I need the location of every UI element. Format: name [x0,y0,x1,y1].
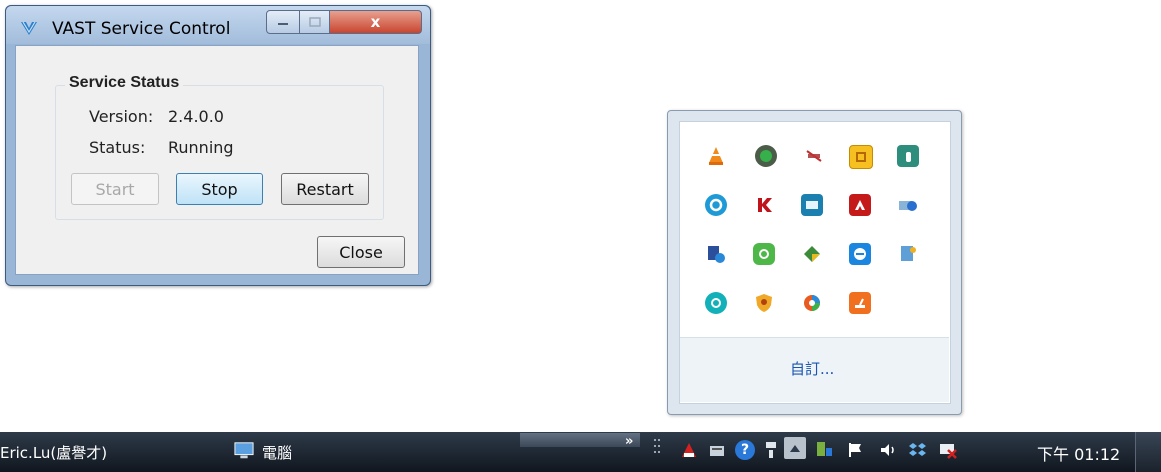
teamviewer-icon[interactable] [849,243,871,265]
start-button[interactable]: Start [71,173,159,205]
window-tray-icon[interactable] [784,437,806,459]
kaspersky-icon[interactable] [753,194,775,216]
status-label: Status: [89,138,146,157]
service-control-window: VAST Service Control x Service Status Ve… [5,5,431,286]
adobe-icon[interactable] [849,194,871,216]
document-sync-icon[interactable] [705,243,727,265]
pdf-tray-icon[interactable] [679,440,699,460]
orange-app-icon[interactable] [849,145,873,169]
vast-logo-icon [21,21,37,35]
version-label: Version: [89,107,154,126]
green-globe-icon[interactable] [755,145,777,167]
help-tray-icon[interactable]: ? [735,440,755,460]
taskbar-computer-button[interactable]: 電腦 [262,442,292,463]
computer-icon[interactable] [232,441,256,461]
maximize-button[interactable] [300,10,330,34]
dropbox-tray-icon[interactable] [908,440,928,460]
color-wheel-icon[interactable] [801,292,823,314]
customize-link[interactable]: 自訂... [790,358,834,379]
teal-swirl-icon[interactable] [705,292,727,314]
shield-icon[interactable] [753,292,775,314]
minimize-icon [278,23,288,25]
orange-gauge-icon[interactable] [849,292,871,314]
version-value: 2.4.0.0 [168,107,224,126]
status-value: Running [168,138,234,157]
restart-button[interactable]: Restart [281,173,369,205]
green-cycle-icon[interactable] [753,243,775,265]
show-desktop-button[interactable] [1135,432,1161,472]
diamond-download-icon[interactable] [801,243,823,265]
network-disconnected-tray-icon[interactable] [938,440,958,460]
tray-highlight [520,433,640,447]
flag-tray-icon[interactable] [845,440,865,460]
taskbar-clock[interactable]: 下午 01:12 [1037,441,1120,465]
close-button[interactable]: Close [317,236,405,268]
close-window-button[interactable]: x [330,10,422,34]
volume-tray-icon[interactable] [878,440,898,460]
device-status-tray-icon[interactable] [815,440,835,460]
blue-g-app-icon[interactable] [705,194,727,216]
minimize-button[interactable] [266,10,300,34]
close-icon: x [370,13,381,31]
stop-button[interactable]: Stop [176,173,263,205]
title-bar[interactable]: VAST Service Control x [6,6,430,44]
desktop-note-icon[interactable] [897,243,919,265]
service-status-heading: Service Status [65,74,184,92]
window-title: VAST Service Control [52,19,231,39]
monitor-app-icon[interactable] [801,194,823,216]
window-client-area: Service Status Version: 2.4.0.0 Status: … [15,45,419,275]
show-hidden-icons-button[interactable]: » [625,434,633,449]
keyboard-tray-icon[interactable] [707,440,727,460]
taskbar-user-button[interactable]: Eric.Lu(盧譽才) [0,442,107,463]
vlc-icon[interactable] [705,145,727,167]
maximize-icon [308,17,321,27]
touchpad-icon[interactable] [897,145,919,167]
network-adapter-tray-icon[interactable] [761,440,781,460]
muted-device-icon[interactable] [803,145,825,167]
network-info-icon[interactable] [897,194,919,216]
taskbar-gripper-icon[interactable] [650,438,664,458]
